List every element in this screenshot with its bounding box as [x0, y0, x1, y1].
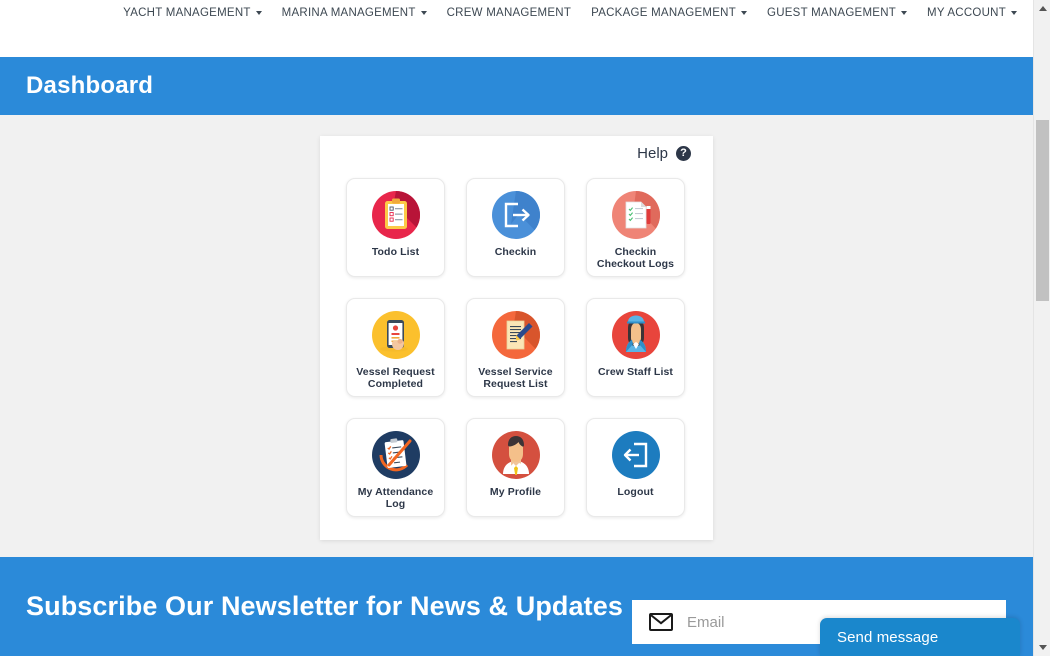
dashboard-tile-grid: Todo List Checkin Checkin Checkout Logs Ves…	[346, 178, 685, 517]
dashboard-tile-my-profile[interactable]: My Profile	[466, 418, 565, 517]
nav-item-label: MY ACCOUNT	[927, 7, 1006, 19]
scrollbar-thumb[interactable]	[1036, 120, 1049, 301]
nav-item-label: YACHT MANAGEMENT	[123, 7, 251, 19]
nav-item-label: CREW MANAGEMENT	[446, 7, 572, 19]
nav-item-label: PACKAGE MANAGEMENT	[591, 7, 736, 19]
dashboard-tile-label: Checkin Checkout Logs	[596, 246, 675, 270]
dashboard-tile-checkin-checkout-logs[interactable]: Checkin Checkout Logs	[586, 178, 685, 277]
nav-menu: YACHT MANAGEMENT MARINA MANAGEMENT CREW MA…	[113, 0, 1027, 26]
dashboard-tile-label: My Attendance Log	[357, 486, 434, 510]
send-message-chat-button[interactable]: Send message	[820, 618, 1020, 656]
document-checklist-pen-icon	[609, 188, 663, 242]
help-link[interactable]: Help ?	[637, 145, 691, 162]
dashboard-tile-logout[interactable]: Logout	[586, 418, 685, 517]
chevron-down-icon	[255, 11, 262, 15]
envelope-icon	[649, 613, 673, 631]
scroll-down-arrow-icon[interactable]	[1034, 639, 1050, 656]
scroll-up-arrow-icon[interactable]	[1034, 0, 1050, 17]
dashboard-tile-todo-list[interactable]: Todo List	[346, 178, 445, 277]
dashboard-tile-label: Logout	[617, 486, 654, 498]
nav-item-label: MARINA MANAGEMENT	[281, 7, 416, 19]
nav-item-4[interactable]: GUEST MANAGEMENT	[757, 0, 917, 26]
help-label: Help	[637, 145, 668, 162]
chevron-down-icon	[1011, 11, 1017, 15]
dashboard-tile-checkin[interactable]: Checkin	[466, 178, 565, 277]
dashboard-tile-crew-staff-list[interactable]: Crew Staff List	[586, 298, 685, 397]
dashboard-tile-label: Todo List	[371, 246, 420, 258]
dashboard-tile-label: Checkin	[494, 246, 537, 258]
mobile-phone-tap-icon	[369, 308, 423, 362]
chevron-down-icon	[901, 11, 908, 15]
chevron-down-icon	[741, 11, 747, 15]
crew-member-avatar-icon	[609, 308, 663, 362]
dashboard-tile-label: Crew Staff List	[597, 366, 673, 378]
send-message-label: Send message	[837, 628, 939, 646]
page-header-band: Dashboard	[0, 57, 1033, 115]
chevron-down-icon	[420, 11, 427, 15]
dashboard-tile-vessel-service-request-list[interactable]: Vessel Service Request List	[466, 298, 565, 397]
user-avatar-icon	[489, 428, 543, 482]
newsletter-title: Subscribe Our Newsletter for News & Upda…	[26, 591, 623, 621]
page-title: Dashboard	[26, 72, 154, 99]
nav-item-3[interactable]: PACKAGE MANAGEMENT	[581, 0, 757, 26]
main-content-area: Help ? Todo List Checkin Checkin Checkout …	[0, 115, 1033, 557]
sign-in-arrow-icon	[489, 188, 543, 242]
nav-item-0[interactable]: YACHT MANAGEMENT	[113, 0, 272, 26]
attendance-clipboard-icon	[369, 428, 423, 482]
page-scrollbar[interactable]	[1033, 0, 1050, 656]
nav-item-2[interactable]: CREW MANAGEMENT	[437, 0, 582, 26]
dashboard-panel: Help ? Todo List Checkin Checkin Checkout …	[320, 136, 713, 540]
nav-item-1[interactable]: MARINA MANAGEMENT	[272, 0, 437, 26]
nav-item-label: GUEST MANAGEMENT	[767, 7, 897, 19]
dashboard-tile-my-attendance-log[interactable]: My Attendance Log	[346, 418, 445, 517]
clipboard-checklist-icon	[369, 188, 423, 242]
dashboard-tile-vessel-request-completed[interactable]: Vessel Request Completed	[346, 298, 445, 397]
document-pen-icon	[489, 308, 543, 362]
nav-item-5[interactable]: MY ACCOUNT	[917, 0, 1027, 26]
top-navigation-bar: YACHT MANAGEMENT MARINA MANAGEMENT CREW MA…	[0, 0, 1033, 57]
question-mark-circle-icon[interactable]: ?	[676, 146, 691, 161]
logout-arrow-icon	[609, 428, 663, 482]
dashboard-tile-label: Vessel Request Completed	[356, 366, 435, 390]
dashboard-tile-label: My Profile	[489, 486, 542, 498]
dashboard-tile-label: Vessel Service Request List	[478, 366, 553, 390]
